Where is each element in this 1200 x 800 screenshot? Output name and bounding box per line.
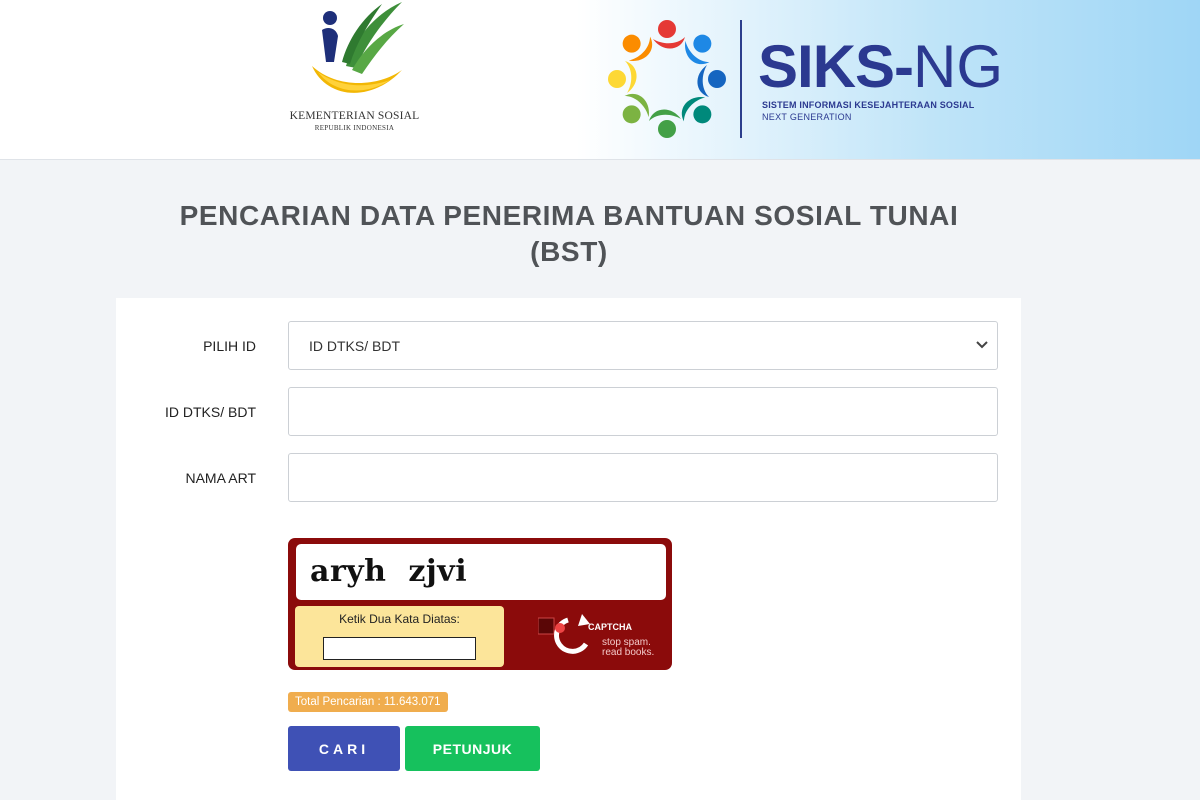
pilih-id-select[interactable]: ID DTKS/ BDT (288, 321, 998, 370)
site-header: KEMENTERIAN SOSIAL REPUBLIK INDONESIA SI… (0, 0, 1200, 160)
captcha-response-input[interactable] (323, 637, 476, 660)
recaptcha-widget: aryh zjvi Ketik Dua Kata Diatas: CAPTCHA… (288, 538, 672, 670)
page-title-line1: PENCARIAN DATA PENERIMA BANTUAN SOSIAL T… (179, 200, 959, 231)
captcha-response-box: Ketik Dua Kata Diatas: (295, 606, 504, 667)
pilih-id-label: PILIH ID (203, 338, 256, 354)
total-search-badge: Total Pencarian : 11.643.071 (288, 692, 448, 712)
id-dtks-input[interactable] (288, 387, 998, 436)
siks-ng-people-circle-icon (608, 20, 726, 138)
captcha-tagline-line2: read books. (602, 647, 655, 658)
id-dtks-label: ID DTKS/ BDT (164, 404, 256, 420)
nama-art-label: NAMA ART (185, 470, 256, 486)
help-button[interactable]: PETUNJUK (405, 726, 540, 771)
nama-art-input[interactable] (288, 453, 998, 502)
page-title: PENCARIAN DATA PENERIMA BANTUAN SOSIAL T… (0, 198, 1138, 270)
figure-red (653, 20, 685, 49)
captcha-prompt: Ketik Dua Kata Diatas: (339, 612, 460, 626)
captcha-refresh-icon[interactable] (538, 610, 600, 658)
chevron-down-icon (976, 341, 988, 349)
page-title-line2: (BST) (530, 236, 608, 267)
captcha-branding: CAPTCHA stop spam. read books. (536, 606, 666, 666)
app-tagline-secondary: NEXT GENERATION (762, 112, 852, 122)
ministry-subtitle: REPUBLIK INDONESIA (314, 124, 395, 132)
captcha-image: aryh zjvi (296, 544, 666, 600)
ministry-name: KEMENTERIAN SOSIAL (289, 110, 420, 122)
kemensos-emblem-icon (312, 2, 404, 93)
app-name: SIKS-NG (758, 32, 1003, 102)
search-form: PILIH ID ID DTKS/ BDT ID DTKS/ BDT NAMA … (116, 298, 1021, 800)
pilih-id-selected-value: ID DTKS/ BDT (309, 337, 401, 354)
captcha-words: aryh zjvi (310, 554, 468, 589)
search-button[interactable]: CARI (288, 726, 400, 771)
app-tagline: SISTEM INFORMASI KESEJAHTERAAN SOSIAL (762, 100, 975, 110)
kemensos-logo: KEMENTERIAN SOSIAL REPUBLIK INDONESIA (282, 0, 427, 140)
app-name-suffix: NG (913, 33, 1004, 100)
logo-divider (740, 20, 742, 138)
captcha-brand-text: CAPTCHA (588, 622, 632, 632)
app-name-main: SIKS- (758, 33, 914, 100)
captcha-tagline: stop spam. read books. (602, 638, 654, 658)
